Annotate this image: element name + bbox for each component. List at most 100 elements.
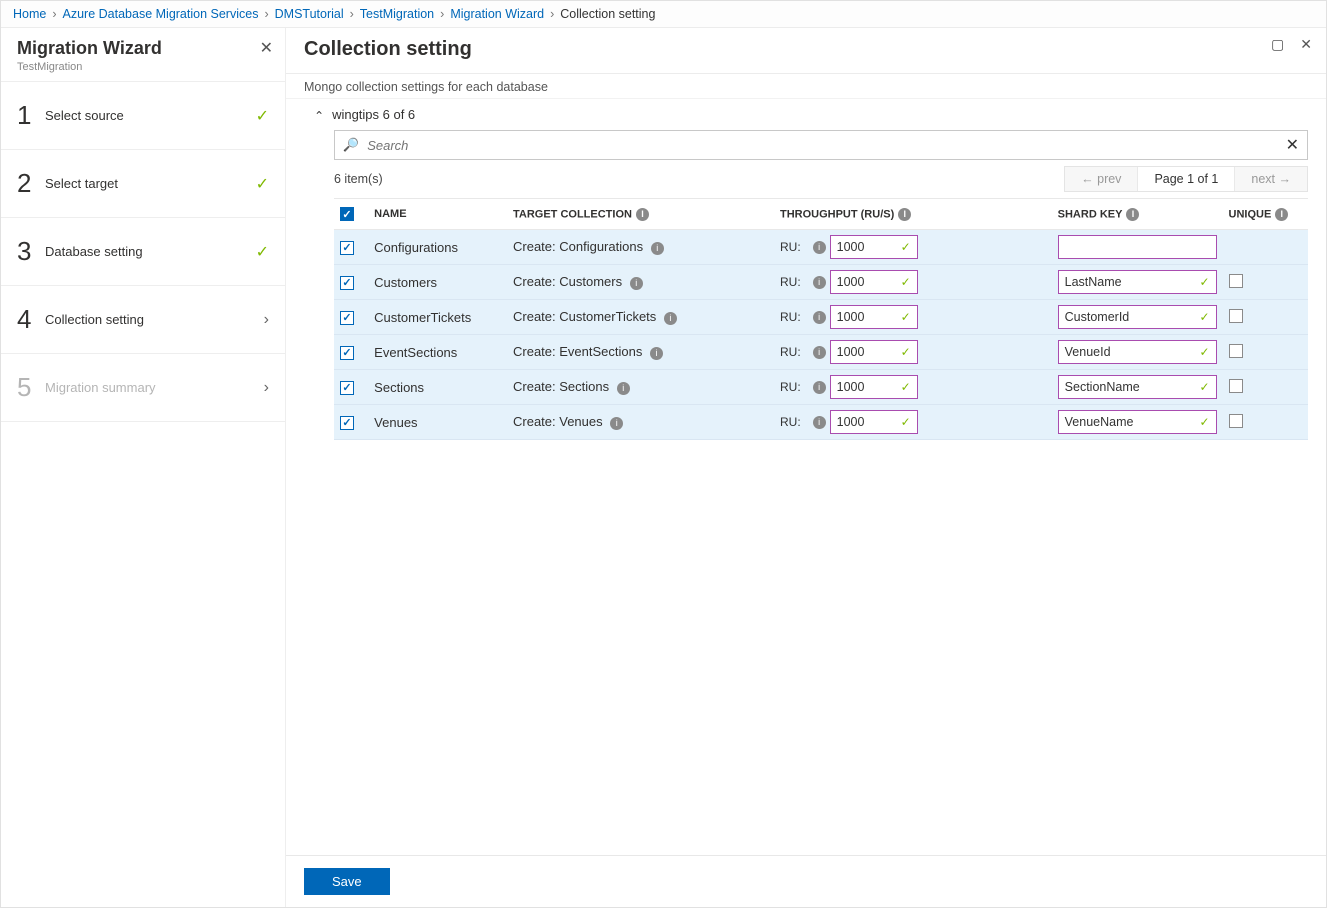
chevron-right-icon: › bbox=[264, 311, 269, 329]
row-checkbox[interactable] bbox=[340, 276, 354, 290]
row-target: Create: Configurations bbox=[513, 239, 643, 254]
info-icon[interactable]: i bbox=[898, 208, 911, 221]
step-label: Select target bbox=[45, 176, 256, 191]
step-label: Migration summary bbox=[45, 380, 264, 395]
table-row: ConfigurationsCreate: Configurations iRU… bbox=[334, 230, 1308, 265]
pager: ← prev Page 1 of 1 next → bbox=[1064, 166, 1308, 192]
ru-input[interactable]: 1000✓ bbox=[830, 235, 918, 259]
unique-checkbox[interactable] bbox=[1229, 274, 1243, 288]
breadcrumb-link[interactable]: Azure Database Migration Services bbox=[63, 7, 259, 21]
col-shard: SHARD KEY bbox=[1058, 208, 1123, 220]
check-icon: ✓ bbox=[901, 345, 911, 359]
info-icon[interactable]: i bbox=[630, 277, 643, 290]
wizard-step-5[interactable]: 5Migration summary› bbox=[1, 354, 285, 422]
ru-input[interactable]: 1000✓ bbox=[830, 410, 918, 434]
wizard-step-3[interactable]: 3Database setting✓ bbox=[1, 218, 285, 286]
row-name: Customers bbox=[368, 265, 507, 300]
check-icon: ✓ bbox=[901, 310, 911, 324]
info-icon[interactable]: i bbox=[1275, 208, 1288, 221]
page-title: Collection setting bbox=[304, 38, 1308, 61]
check-icon: ✓ bbox=[1199, 275, 1209, 289]
info-icon[interactable]: i bbox=[650, 347, 663, 360]
search-input[interactable] bbox=[359, 138, 1285, 153]
info-icon[interactable]: i bbox=[813, 276, 826, 289]
close-icon[interactable]: ✕ bbox=[1300, 36, 1312, 53]
next-page-button[interactable]: next → bbox=[1234, 167, 1307, 191]
ru-label: RU: bbox=[780, 345, 801, 359]
info-icon[interactable]: i bbox=[664, 312, 677, 325]
chevron-up-icon: ⌄ bbox=[314, 108, 324, 122]
ru-input[interactable]: 1000✓ bbox=[830, 375, 918, 399]
unique-checkbox[interactable] bbox=[1229, 379, 1243, 393]
wizard-step-1[interactable]: 1Select source✓ bbox=[1, 82, 285, 150]
shard-key-input[interactable]: VenueId✓ bbox=[1058, 340, 1217, 364]
check-icon: ✓ bbox=[1199, 415, 1209, 429]
row-name: CustomerTickets bbox=[368, 300, 507, 335]
info-icon[interactable]: i bbox=[610, 417, 623, 430]
info-icon[interactable]: i bbox=[813, 311, 826, 324]
ru-input[interactable]: 1000✓ bbox=[830, 305, 918, 329]
unique-checkbox[interactable] bbox=[1229, 309, 1243, 323]
prev-page-button[interactable]: ← prev bbox=[1065, 167, 1137, 191]
breadcrumb-current: Collection setting bbox=[560, 7, 655, 21]
shard-key-input[interactable] bbox=[1058, 235, 1217, 259]
step-label: Database setting bbox=[45, 244, 256, 259]
unique-checkbox[interactable] bbox=[1229, 344, 1243, 358]
check-icon: ✓ bbox=[1199, 380, 1209, 394]
chevron-right-icon: › bbox=[440, 7, 444, 21]
step-number: 3 bbox=[17, 236, 45, 267]
db-expander[interactable]: ⌄ wingtips 6 of 6 bbox=[286, 99, 1326, 130]
col-target: TARGET COLLECTION bbox=[513, 208, 632, 220]
shard-key-input[interactable]: LastName✓ bbox=[1058, 270, 1217, 294]
select-all-checkbox[interactable] bbox=[340, 207, 354, 221]
info-icon[interactable]: i bbox=[813, 346, 826, 359]
wizard-step-4[interactable]: 4Collection setting› bbox=[1, 286, 285, 354]
breadcrumb-link[interactable]: TestMigration bbox=[360, 7, 434, 21]
row-target: Create: Sections bbox=[513, 379, 609, 394]
step-number: 5 bbox=[17, 372, 45, 403]
row-target: Create: EventSections bbox=[513, 344, 642, 359]
row-checkbox[interactable] bbox=[340, 381, 354, 395]
info-icon[interactable]: i bbox=[636, 208, 649, 221]
info-icon[interactable]: i bbox=[813, 241, 826, 254]
breadcrumb-link[interactable]: DMSTutorial bbox=[275, 7, 344, 21]
check-icon: ✓ bbox=[1199, 345, 1209, 359]
table-row: CustomerTickets Create: CustomerTickets i… bbox=[334, 300, 1308, 335]
ru-label: RU: bbox=[780, 415, 801, 429]
table-row: SectionsCreate: Sections iRU:i 1000✓Sect… bbox=[334, 370, 1308, 405]
save-button[interactable]: Save bbox=[304, 868, 390, 895]
check-icon: ✓ bbox=[901, 240, 911, 254]
ru-input[interactable]: 1000✓ bbox=[830, 340, 918, 364]
shard-key-input[interactable]: SectionName✓ bbox=[1058, 375, 1217, 399]
info-icon[interactable]: i bbox=[1126, 208, 1139, 221]
breadcrumb-link[interactable]: Migration Wizard bbox=[450, 7, 544, 21]
row-checkbox[interactable] bbox=[340, 311, 354, 325]
col-unique: UNIQUE bbox=[1229, 208, 1272, 220]
info-icon[interactable]: i bbox=[813, 416, 826, 429]
close-icon[interactable]: ✕ bbox=[260, 38, 273, 58]
wizard-sidebar: Migration Wizard TestMigration ✕ 1Select… bbox=[1, 28, 286, 907]
search-bar[interactable]: 🔍 ✕ bbox=[334, 130, 1308, 160]
unique-checkbox[interactable] bbox=[1229, 414, 1243, 428]
info-icon[interactable]: i bbox=[813, 381, 826, 394]
col-throughput: THROUGHPUT (RU/S) bbox=[780, 208, 894, 220]
restore-icon[interactable]: ▢ bbox=[1271, 36, 1284, 53]
shard-key-input[interactable]: VenueName✓ bbox=[1058, 410, 1217, 434]
ru-input[interactable]: 1000✓ bbox=[830, 270, 918, 294]
clear-search-icon[interactable]: ✕ bbox=[1286, 135, 1299, 155]
shard-key-input[interactable]: CustomerId✓ bbox=[1058, 305, 1217, 329]
collections-table: NAME TARGET COLLECTIONi THROUGHPUT (RU/S… bbox=[334, 198, 1308, 440]
info-icon[interactable]: i bbox=[651, 242, 664, 255]
breadcrumb-link[interactable]: Home bbox=[13, 7, 46, 21]
row-checkbox[interactable] bbox=[340, 346, 354, 360]
ru-label: RU: bbox=[780, 310, 801, 324]
wizard-step-2[interactable]: 2Select target✓ bbox=[1, 150, 285, 218]
row-target: Create: Venues bbox=[513, 414, 603, 429]
chevron-right-icon: › bbox=[550, 7, 554, 21]
row-checkbox[interactable] bbox=[340, 416, 354, 430]
row-target: Create: CustomerTickets bbox=[513, 309, 656, 324]
sidebar-title: Migration Wizard bbox=[17, 38, 269, 59]
info-icon[interactable]: i bbox=[617, 382, 630, 395]
search-icon: 🔍 bbox=[343, 137, 359, 153]
row-checkbox[interactable] bbox=[340, 241, 354, 255]
